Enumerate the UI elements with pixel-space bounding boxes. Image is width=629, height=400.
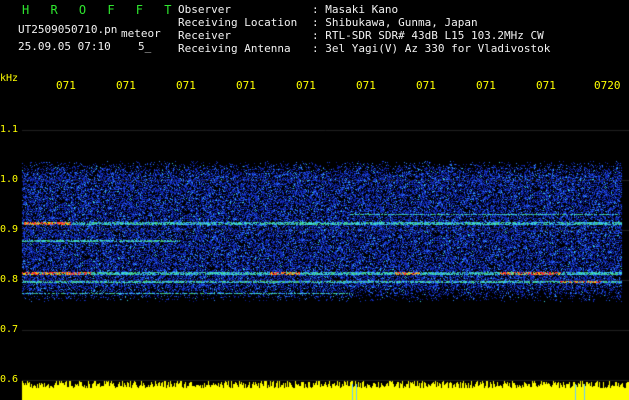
info-key: Receiving Location <box>178 16 298 29</box>
x-tick-label: 071 <box>356 79 376 92</box>
y-tick-label: 0.9 <box>0 224 19 235</box>
x-tick-label: 071 <box>416 79 436 92</box>
y-axis-labels: 1.1 1.0 0.9 0.8 0.7 0.6 <box>0 80 22 400</box>
x-tick-label: 0720 <box>594 79 621 92</box>
x-tick-label: 071 <box>536 79 556 92</box>
y-tick-label: 0.8 <box>0 274 19 285</box>
info-value: : Shibukawa, Gunma, Japan <box>312 16 478 29</box>
file-name: UT2509050710.pn <box>18 23 118 36</box>
x-tick-label: 071 <box>56 79 76 92</box>
info-value: : 3el Yagi(V) Az 330 for Vladivostok <box>312 42 551 55</box>
y-tick-label: 0.7 <box>0 324 19 335</box>
x-tick-label: 071 <box>176 79 196 92</box>
x-tick-label: 071 <box>476 79 496 92</box>
datetime: 25.09.05 07:10 <box>18 40 111 53</box>
info-value: : Masaki Kano <box>312 3 399 16</box>
x-tick-label: 071 <box>236 79 256 92</box>
x-tick-label: 071 <box>296 79 316 92</box>
y-tick-label: 1.1 <box>0 124 19 135</box>
spectrogram-canvas <box>0 0 629 400</box>
y-tick-label: 0.6 <box>0 374 19 385</box>
app-title: H R O F F T <box>22 3 179 17</box>
x-tick-label: 071 <box>116 79 136 92</box>
info-key: Receiving Antenna <box>178 42 291 55</box>
info-key: Receiver <box>178 29 231 42</box>
info-value: : RTL-SDR SDR# 43dB L15 103.2MHz CW <box>312 29 544 42</box>
count-label: 5_ <box>138 40 152 53</box>
mode-label: meteor <box>121 27 161 40</box>
header-left: H R O F F T UT2509050710.pn meteor 25.09… <box>0 0 175 60</box>
y-tick-label: 1.0 <box>0 174 19 185</box>
info-key: Observer <box>178 3 231 16</box>
station-info: Observer : Masaki Kano Receiving Locatio… <box>178 4 629 56</box>
